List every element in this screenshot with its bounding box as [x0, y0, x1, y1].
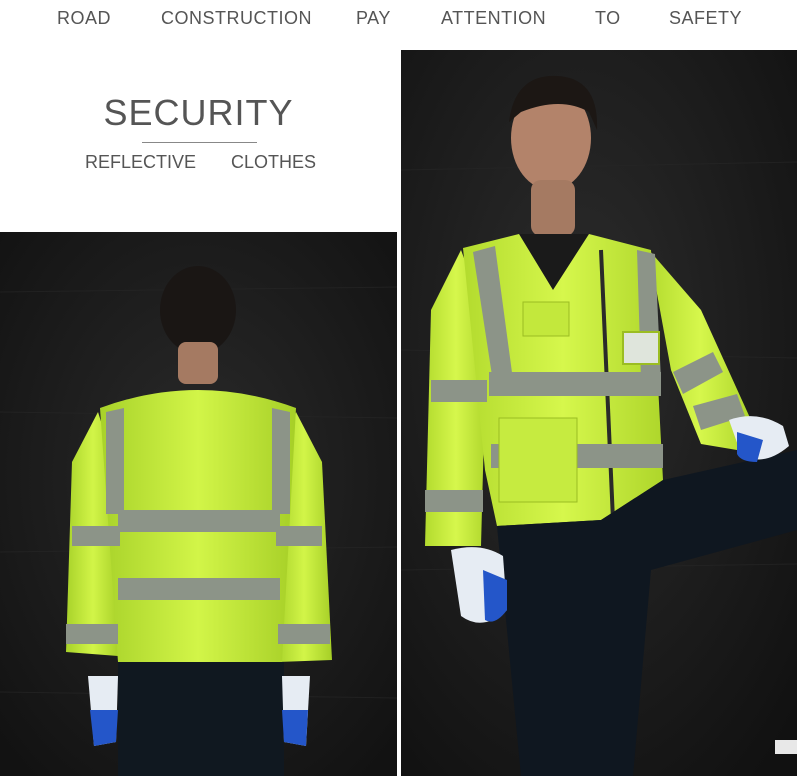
slogan-row: ROAD CONSTRUCTION PAY ATTENTION TO SAFET…: [0, 0, 797, 40]
slogan-word-to: TO: [595, 8, 621, 28]
slogan-word-pay: PAY: [356, 8, 391, 28]
neck: [531, 180, 575, 236]
pants: [118, 662, 284, 776]
slogan-word-safety: SAFETY: [669, 8, 743, 28]
slogan-word-attention: ATTENTION: [441, 8, 547, 28]
lower-pocket: [498, 417, 578, 503]
slogan-word-construction: CONSTRUCTION: [161, 8, 312, 28]
photo-front-view: [401, 50, 797, 776]
subtitle-reflective: REFLECTIVE: [85, 152, 197, 172]
head-hair: [160, 266, 236, 354]
slogan-word-road: ROAD: [57, 8, 112, 28]
shoe: [775, 740, 797, 754]
subtitle-clothes: CLOTHES: [231, 152, 317, 172]
page-title: SECURITY: [103, 92, 294, 133]
chest-pocket: [522, 301, 570, 337]
title-divider: [142, 142, 257, 143]
front-view-illustration: [401, 50, 797, 776]
title-block: SECURITY REFLECTIVE CLOTHES: [0, 88, 397, 188]
product-page: ROAD CONSTRUCTION PAY ATTENTION TO SAFET…: [0, 0, 797, 776]
neck: [178, 342, 218, 384]
photo-back-view: [0, 232, 397, 776]
id-badge-pocket: [622, 331, 660, 365]
back-view-illustration: [0, 232, 397, 776]
